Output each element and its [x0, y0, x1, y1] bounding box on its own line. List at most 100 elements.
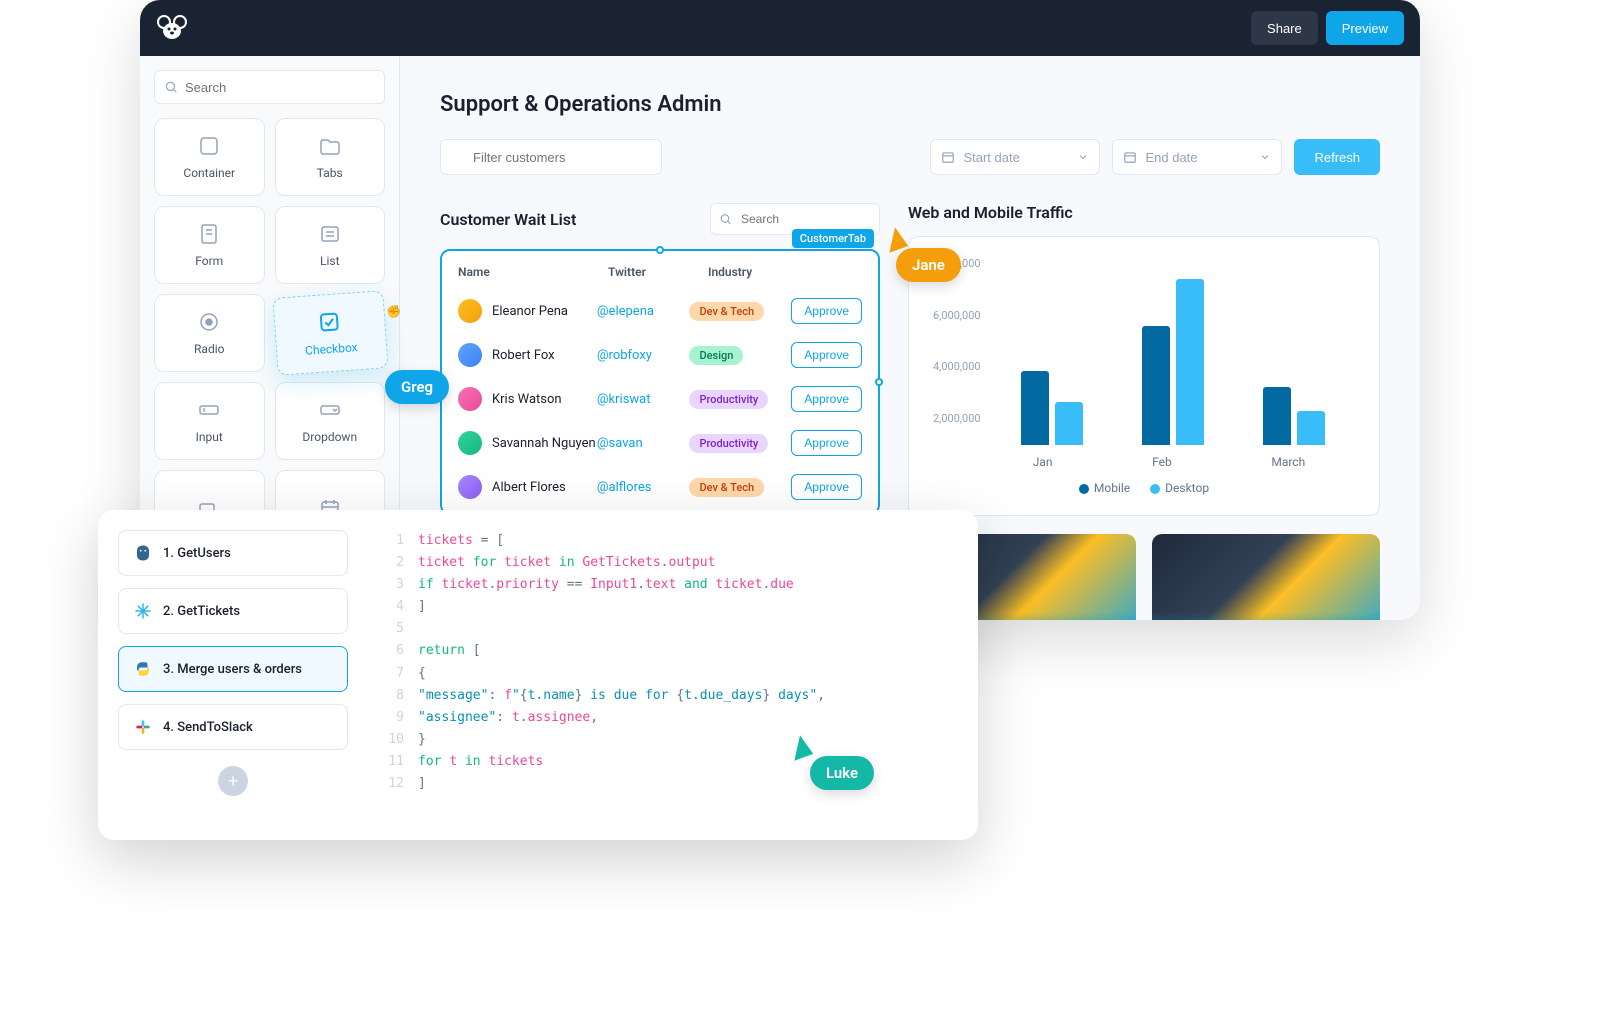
customer-name: Kris Watson [492, 392, 562, 407]
bar-desktop [1297, 411, 1325, 445]
flow-label: 4. SendToSlack [163, 720, 253, 735]
code-line: 1tickets = [ [388, 530, 958, 552]
flow-step-getusers[interactable]: 1. GetUsers [118, 530, 348, 576]
component-label: Dropdown [302, 430, 357, 444]
component-label: Tabs [317, 166, 343, 180]
x-tick: Jan [1033, 455, 1053, 469]
avatar [458, 387, 482, 411]
flow-step-slack[interactable]: 4. SendToSlack [118, 704, 348, 750]
postgres-icon [133, 543, 153, 563]
industry-badge: Productivity [689, 434, 768, 453]
workflow-window: 1. GetUsers 2. GetTickets 3. Merge users… [98, 510, 978, 840]
twitter-handle[interactable]: @elepena [597, 304, 690, 319]
component-search-input[interactable] [154, 70, 385, 104]
component-form[interactable]: Form [154, 206, 265, 284]
avatar [458, 431, 482, 455]
industry-badge: Design [689, 346, 743, 365]
chevron-down-icon [1259, 151, 1271, 163]
flow-label: 1. GetUsers [163, 546, 231, 561]
legend-mobile: Mobile [1094, 481, 1130, 495]
industry-badge: Productivity [689, 390, 768, 409]
python-icon [133, 659, 153, 679]
bar-group [1021, 371, 1083, 445]
cursor-jane: Jane [896, 248, 961, 282]
component-container[interactable]: Container [154, 118, 265, 196]
flow-label: 3. Merge users & orders [163, 662, 302, 677]
page-title: Support & Operations Admin [440, 92, 1380, 117]
industry-badge: Dev & Tech [689, 478, 764, 497]
twitter-handle[interactable]: @alflores [597, 480, 690, 495]
approve-button[interactable]: Approve [791, 386, 862, 412]
cursor-luke: Luke [810, 756, 874, 790]
search-icon [164, 80, 178, 94]
legend-desktop: Desktop [1165, 481, 1209, 495]
table-row[interactable]: Albert Flores @alflores Dev & Tech Appro… [442, 465, 878, 509]
code-line: 5 [388, 618, 958, 640]
avatar [458, 475, 482, 499]
component-input[interactable]: Input [154, 382, 265, 460]
bar-mobile [1021, 371, 1049, 445]
approve-button[interactable]: Approve [791, 430, 862, 456]
approve-button[interactable]: Approve [791, 298, 862, 324]
table-row[interactable]: Eleanor Pena @elepena Dev & Tech Approve [442, 289, 878, 333]
component-radio[interactable]: Radio [154, 294, 265, 372]
approve-button[interactable]: Approve [791, 474, 862, 500]
topbar: Share Preview [140, 0, 1420, 56]
component-label: Radio [194, 342, 224, 356]
calendar-icon [941, 150, 955, 164]
traffic-chart: 8,000,0006,000,0004,000,0002,000,000 Jan… [908, 236, 1380, 516]
bar-mobile [1263, 387, 1291, 446]
flow-label: 2. GetTickets [163, 604, 240, 619]
industry-badge: Dev & Tech [689, 302, 764, 321]
code-line: 9 "assignee": t.assignee, [388, 707, 958, 729]
property-image-2 [1152, 534, 1380, 620]
table-row[interactable]: Kris Watson @kriswat Productivity Approv… [442, 377, 878, 421]
component-label: Checkbox [304, 340, 357, 358]
component-checkbox-dragging[interactable]: Checkbox✊ [272, 290, 388, 376]
approve-button[interactable]: Approve [791, 342, 862, 368]
twitter-handle[interactable]: @kriswat [597, 392, 690, 407]
component-label: Container [183, 166, 235, 180]
cursor-greg: Greg [385, 370, 449, 404]
twitter-handle[interactable]: @robfoxy [597, 348, 690, 363]
code-line: 10 } [388, 729, 958, 751]
table-header: Name Twitter Industry [442, 255, 878, 289]
component-label: Form [195, 254, 223, 268]
preview-button[interactable]: Preview [1326, 11, 1404, 45]
customer-name: Eleanor Pena [492, 304, 568, 319]
end-date-picker[interactable]: End date [1112, 139, 1282, 175]
twitter-handle[interactable]: @savan [597, 436, 690, 451]
component-dropdown[interactable]: Dropdown [275, 382, 386, 460]
bar-group [1263, 387, 1325, 446]
component-tabs[interactable]: Tabs [275, 118, 386, 196]
slack-icon [133, 717, 153, 737]
flow-step-gettickets[interactable]: 2. GetTickets [118, 588, 348, 634]
customer-name: Albert Flores [492, 480, 566, 495]
code-line: 6return [ [388, 640, 958, 662]
table-row[interactable]: Savannah Nguyen @savan Productivity Appr… [442, 421, 878, 465]
flow-step-merge[interactable]: 3. Merge users & orders [118, 646, 348, 692]
bar-mobile [1142, 326, 1170, 445]
start-date-picker[interactable]: Start date [930, 139, 1100, 175]
avatar [458, 343, 482, 367]
code-line: 2 ticket for ticket in GetTickets.output [388, 552, 958, 574]
customer-name: Robert Fox [492, 348, 555, 363]
code-line: 4] [388, 596, 958, 618]
x-tick: Feb [1152, 455, 1172, 469]
table-row[interactable]: Robert Fox @robfoxy Design Approve [442, 333, 878, 377]
resize-handle[interactable] [875, 378, 883, 386]
component-label: List [320, 254, 340, 268]
add-step-button[interactable]: + [218, 766, 248, 796]
component-list[interactable]: List [275, 206, 386, 284]
share-button[interactable]: Share [1251, 11, 1318, 45]
filter-customers-input[interactable] [440, 139, 662, 175]
refresh-button[interactable]: Refresh [1294, 139, 1380, 175]
resize-handle[interactable] [656, 246, 664, 254]
snowflake-icon [133, 601, 153, 621]
component-tag-label: CustomerTab [792, 229, 874, 248]
customer-table-selected[interactable]: CustomerTab Name Twitter Industry Eleano… [440, 249, 880, 515]
chevron-down-icon [1077, 151, 1089, 163]
logo-koala-icon [156, 12, 188, 44]
bar-desktop [1176, 279, 1204, 446]
customer-name: Savannah Nguyen [492, 436, 596, 451]
